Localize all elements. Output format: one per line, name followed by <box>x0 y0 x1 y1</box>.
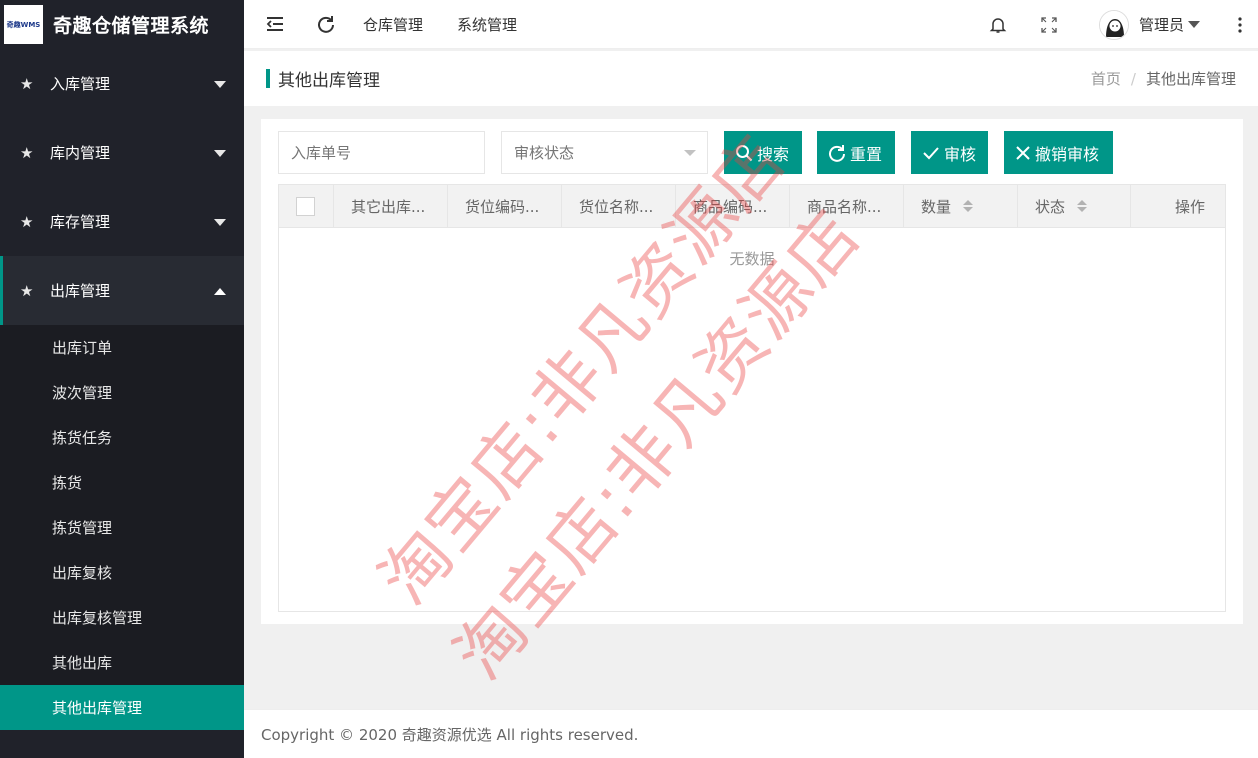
submenu-item-picking-task[interactable]: 拣货任务 <box>0 415 244 460</box>
star-icon: ★ <box>20 74 34 93</box>
column-label: 状态 <box>1035 197 1066 216</box>
logo-bar: 奇趣WMS 奇趣仓储管理系统 <box>0 0 244 49</box>
refresh-button[interactable] <box>306 0 346 49</box>
sort-icon[interactable] <box>1077 200 1088 212</box>
submenu-item-other-outbound[interactable]: 其他出库 <box>0 640 244 685</box>
fullscreen-button[interactable] <box>1023 0 1075 49</box>
bell-icon <box>989 17 1007 33</box>
footer: Copyright © 2020 奇趣资源优选 All rights reser… <box>244 709 1258 758</box>
check-icon <box>923 146 939 159</box>
sidebar: 奇趣WMS 奇趣仓储管理系统 ★ 入库管理 ★ 库内管理 ★ 库存管理 ★ 出库… <box>0 0 244 758</box>
chevron-down-icon <box>214 149 226 157</box>
nav-system[interactable]: 系统管理 <box>440 0 534 49</box>
order-number-input[interactable] <box>278 131 485 174</box>
header-right: 管理员 <box>973 0 1258 49</box>
menu-outbound[interactable]: ★ 出库管理 <box>0 256 244 325</box>
audit-button-label: 审核 <box>944 144 977 164</box>
submenu-item-outbound-order[interactable]: 出库订单 <box>0 325 244 370</box>
more-vertical-icon <box>1238 16 1242 33</box>
search-button-label: 搜索 <box>757 144 790 164</box>
search-icon <box>736 144 753 161</box>
title-accent <box>266 69 270 88</box>
indent-icon <box>266 17 283 31</box>
breadcrumb-separator: / <box>1130 69 1136 88</box>
submenu-item-picking-manage[interactable]: 拣货管理 <box>0 505 244 550</box>
star-icon: ★ <box>20 143 34 162</box>
menu-inbound[interactable]: ★ 入库管理 <box>0 49 244 118</box>
table-header: 其它出库... 货位编码... 货位名称... 商品编码... 商品名称... … <box>279 185 1225 228</box>
cancel-audit-button-label: 撤销审核 <box>1035 144 1100 164</box>
menu-inventory-internal[interactable]: ★ 库内管理 <box>0 118 244 187</box>
column-header[interactable]: 商品名称... <box>790 185 904 227</box>
star-icon: ★ <box>20 212 34 231</box>
app-logo: 奇趣WMS <box>4 5 43 44</box>
reset-button[interactable]: 重置 <box>817 131 895 174</box>
menu-label: 库存管理 <box>50 213 111 231</box>
column-header[interactable]: 货位名称... <box>562 185 676 227</box>
chevron-down-icon <box>214 218 226 226</box>
column-header[interactable]: 其它出库... <box>334 185 448 227</box>
close-icon <box>1016 145 1030 160</box>
refresh-icon <box>829 144 845 162</box>
audit-button[interactable]: 审核 <box>911 131 988 174</box>
user-name[interactable]: 管理员 <box>1139 14 1184 35</box>
column-header-status[interactable]: 状态 <box>1018 185 1131 227</box>
submenu-item-outbound-review-manage[interactable]: 出库复核管理 <box>0 595 244 640</box>
submenu-item-picking[interactable]: 拣货 <box>0 460 244 505</box>
submenu-item-wave[interactable]: 波次管理 <box>0 370 244 415</box>
column-header[interactable]: 商品编码... <box>676 185 790 227</box>
submenu-item-outbound-review[interactable]: 出库复核 <box>0 550 244 595</box>
app-title: 奇趣仓储管理系统 <box>53 15 210 37</box>
outbound-submenu: 出库订单 波次管理 拣货任务 拣货 拣货管理 出库复核 出库复核管理 其他出库 … <box>0 325 244 730</box>
notification-button[interactable] <box>973 0 1023 49</box>
chevron-down-icon[interactable] <box>1188 21 1200 28</box>
menu-stock[interactable]: ★ 库存管理 <box>0 187 244 256</box>
top-header: 仓库管理 系统管理 管理员 <box>244 0 1258 49</box>
column-header[interactable]: 货位编码... <box>448 185 562 227</box>
breadcrumb: 首页 / 其他出库管理 <box>1091 51 1236 106</box>
breadcrumb-current: 其他出库管理 <box>1145 70 1236 88</box>
search-button[interactable]: 搜索 <box>724 131 802 174</box>
star-icon: ★ <box>20 281 34 300</box>
menu-label: 出库管理 <box>50 282 111 300</box>
column-label: 数量 <box>921 197 952 216</box>
data-table: 其它出库... 货位编码... 货位名称... 商品编码... 商品名称... … <box>278 184 1226 612</box>
audit-status-select[interactable] <box>501 131 708 174</box>
collapse-menu-button[interactable] <box>244 0 306 49</box>
content-card: 搜索 重置 审核 撤销审核 其它出库... 货位编码... 货位名称... 商品… <box>261 119 1243 624</box>
title-bar: 其他出库管理 首页 / 其他出库管理 <box>244 51 1258 106</box>
submenu-item-other-outbound-manage[interactable]: 其他出库管理 <box>0 685 244 730</box>
chevron-up-icon <box>214 287 226 295</box>
refresh-icon <box>318 16 334 33</box>
sort-icon[interactable] <box>963 200 974 212</box>
select-all-cell <box>279 185 334 227</box>
cancel-audit-button[interactable]: 撤销审核 <box>1004 131 1113 174</box>
search-toolbar: 搜索 重置 审核 撤销审核 <box>278 131 1113 174</box>
select-all-checkbox[interactable] <box>296 196 315 216</box>
fullscreen-icon <box>1041 16 1057 33</box>
menu-label: 库内管理 <box>50 144 111 162</box>
chevron-down-icon <box>214 80 226 88</box>
column-header-actions: 操作 <box>1174 197 1205 216</box>
empty-message: 无数据 <box>729 250 775 268</box>
avatar[interactable] <box>1098 9 1129 40</box>
more-button[interactable] <box>1222 0 1258 49</box>
reset-button-label: 重置 <box>850 144 883 164</box>
avatar-icon <box>1099 10 1128 39</box>
column-header-quantity[interactable]: 数量 <box>904 185 1018 227</box>
audit-status-field[interactable] <box>501 131 708 174</box>
nav-warehouse[interactable]: 仓库管理 <box>346 0 440 49</box>
menu-label: 入库管理 <box>50 75 111 93</box>
breadcrumb-home[interactable]: 首页 <box>1091 68 1121 89</box>
page-title: 其他出库管理 <box>278 71 380 91</box>
select-arrow-icon <box>684 150 696 156</box>
